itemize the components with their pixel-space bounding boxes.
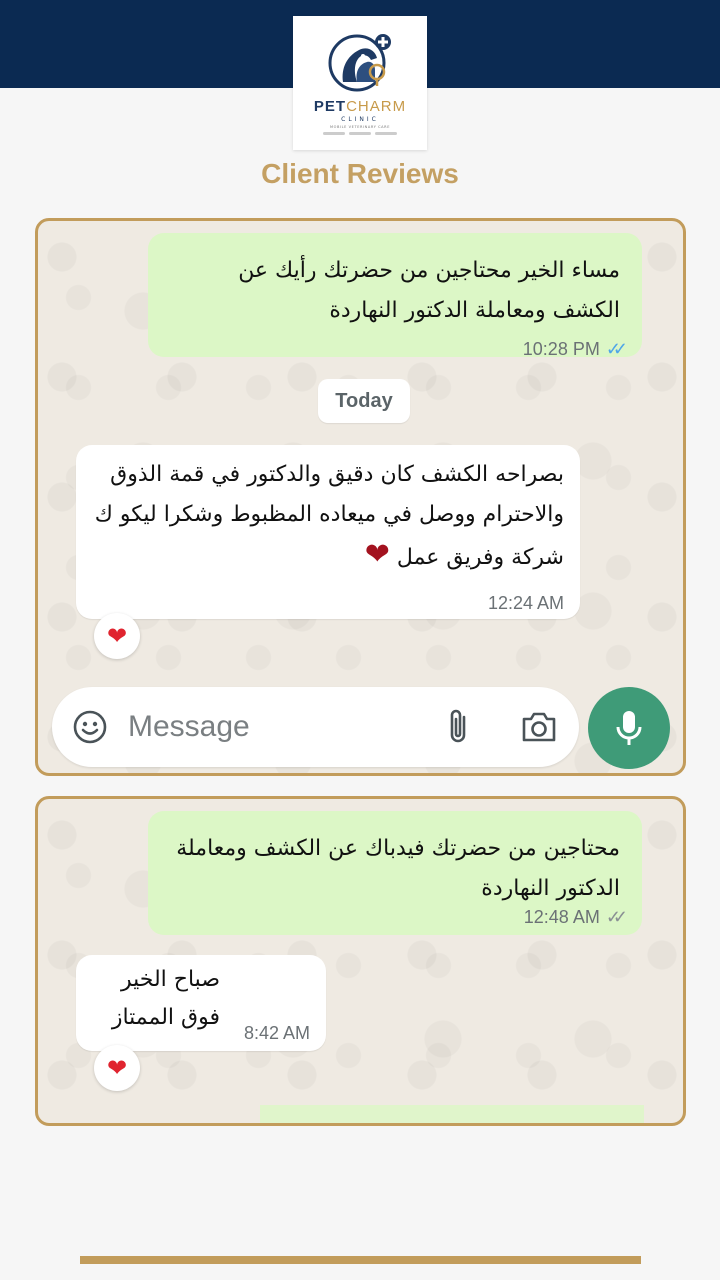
heart-reaction-icon[interactable]: ❤: [94, 1045, 140, 1091]
pet-logo-icon: [328, 34, 391, 92]
heart-emoji: ❤: [364, 537, 390, 572]
message-line-1: صباح الخير: [120, 967, 220, 992]
message-time: 10:28 PM: [522, 339, 600, 359]
message-body: بصراحه الكشف كان دقيق والدكتور في قمة ال…: [94, 462, 564, 570]
microphone-button[interactable]: [588, 687, 670, 769]
chat-screenshot-2: محتاجين من حضرتك فيدباك عن الكشف ومعاملة…: [35, 796, 686, 1126]
double-check-read-icon: ✓✓: [605, 339, 628, 359]
message-line-2: فوق الممتاز: [111, 1005, 220, 1030]
chat-bottom-edge: [260, 1105, 644, 1123]
brand-name: PETCHARM: [314, 98, 406, 115]
message-text: بصراحه الكشف كان دقيق والدكتور في قمة ال…: [94, 455, 564, 578]
message-time: 12:48 AM: [523, 907, 600, 927]
message-time: 8:42 AM: [243, 1023, 310, 1043]
brand-name-part2: CHARM: [346, 98, 407, 115]
message-text: صباح الخير فوق الممتاز: [112, 961, 220, 1037]
message-time: 12:24 AM: [487, 593, 564, 613]
message-meta: 12:48 AM ✓✓: [524, 907, 628, 928]
message-text: مساء الخير محتاجين من حضرتك رأيك عن الكش…: [238, 258, 620, 323]
message-meta: 10:28 PM ✓✓: [523, 339, 628, 360]
microphone-icon: [616, 711, 642, 745]
outgoing-message: محتاجين من حضرتك فيدباك عن الكشف ومعاملة…: [148, 811, 642, 935]
brand-subtitle: CLINIC: [341, 116, 379, 123]
message-meta: 12:24 AM: [488, 593, 564, 614]
brand-badges: [323, 132, 397, 135]
chat-screenshot-1: مساء الخير محتاجين من حضرتك رأيك عن الكش…: [35, 218, 686, 776]
incoming-message: صباح الخير فوق الممتاز 8:42 AM: [76, 955, 326, 1051]
message-input[interactable]: [128, 687, 428, 767]
message-text: محتاجين من حضرتك فيدباك عن الكشف ومعاملة…: [176, 836, 620, 901]
double-check-delivered-icon: ✓✓: [605, 907, 628, 927]
camera-icon[interactable]: [520, 709, 558, 745]
paperclip-icon[interactable]: [444, 707, 474, 747]
message-composer: [52, 687, 579, 767]
brand-logo: PETCHARM CLINIC MOBILE VETERINARY CARE: [293, 16, 427, 150]
emoji-icon[interactable]: [72, 709, 108, 745]
outgoing-message: مساء الخير محتاجين من حضرتك رأيك عن الكش…: [148, 233, 642, 360]
incoming-message: بصراحه الكشف كان دقيق والدكتور في قمة ال…: [76, 445, 580, 619]
message-meta: 8:42 AM: [244, 1023, 310, 1044]
heart-reaction-icon[interactable]: ❤: [94, 613, 140, 659]
brand-name-part1: PET: [313, 98, 347, 115]
page-title: Client Reviews: [261, 158, 459, 189]
footer-divider: [80, 1256, 641, 1264]
brand-tagline: MOBILE VETERINARY CARE: [329, 125, 391, 129]
day-separator: Today: [318, 379, 410, 423]
